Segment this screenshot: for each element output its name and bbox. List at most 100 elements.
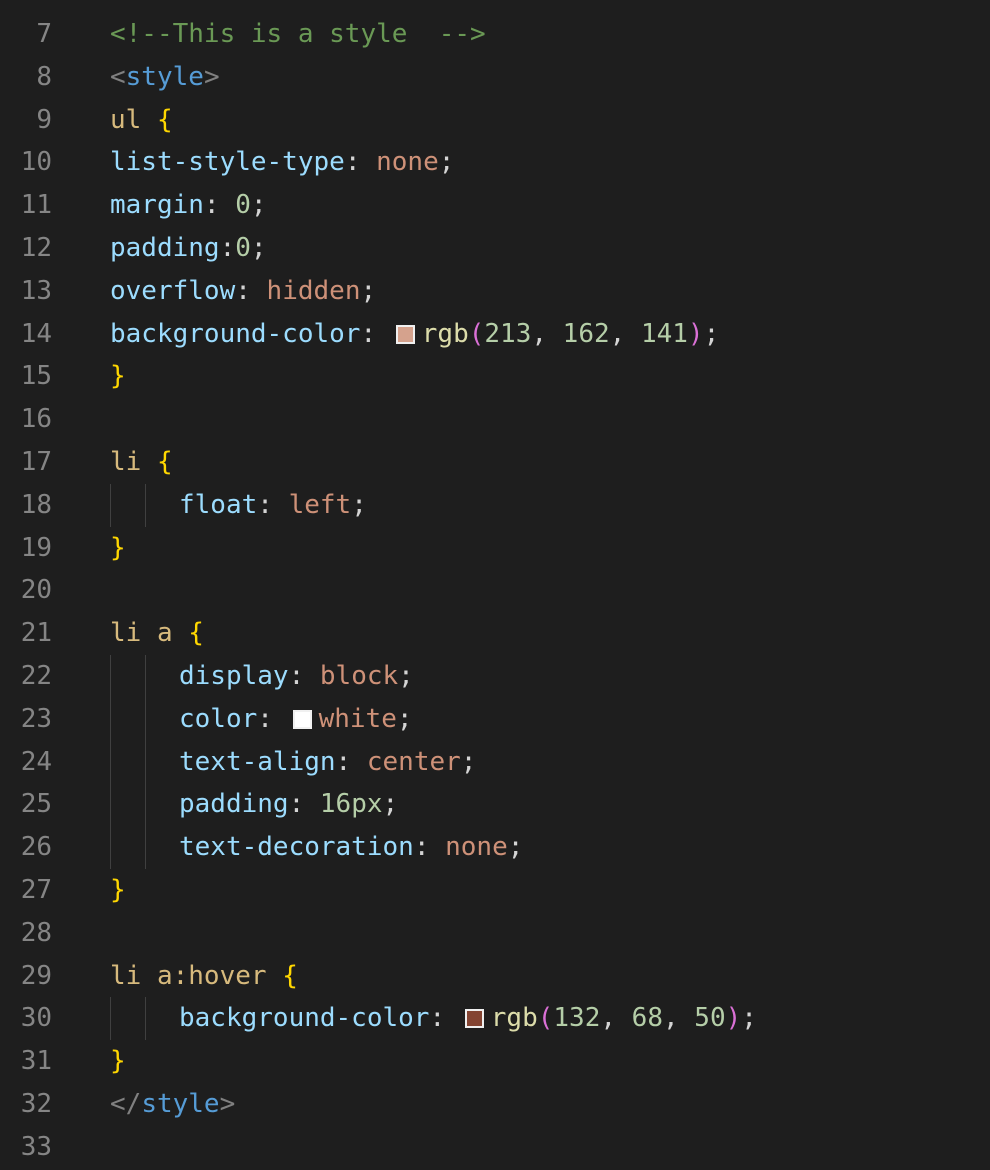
line-number: 27 [20, 875, 52, 905]
code-text[interactable]: padding:0; [110, 227, 267, 270]
code-text[interactable]: } [110, 1040, 126, 1083]
code-line[interactable]: 7 <!--This is a style --> [0, 13, 990, 56]
code-text[interactable]: margin: 0; [110, 184, 267, 227]
line-number: 22 [20, 661, 52, 691]
code-line[interactable]: 31} [0, 1040, 990, 1083]
code-text[interactable]: padding: 16px; [179, 783, 398, 826]
line-number: 14 [20, 318, 52, 349]
code-line[interactable]: 28 [0, 912, 990, 955]
code-token: text-align [179, 746, 336, 777]
code-token: } [110, 532, 126, 563]
code-text[interactable]: display: block; [179, 655, 414, 698]
code-line[interactable]: 19} [0, 527, 990, 570]
indent-guide [145, 655, 146, 698]
code-token: ; [703, 318, 720, 349]
indent-guide [145, 997, 146, 1041]
code-line[interactable]: 8 <style> [0, 56, 990, 99]
code-text[interactable]: li a:hover { [110, 955, 298, 998]
code-text[interactable]: } [110, 869, 126, 912]
code-token: 213 [484, 318, 532, 349]
code-line[interactable]: 11 margin: 0; [0, 184, 990, 227]
line-number: 15 [20, 361, 52, 392]
indent-guide [145, 740, 146, 784]
code-text[interactable]: } [110, 355, 126, 398]
code-text[interactable]: <style> [110, 56, 220, 99]
code-token: } [110, 875, 126, 905]
line-number: 17 [20, 447, 52, 477]
code-text[interactable]: ul { [110, 99, 173, 142]
code-line[interactable]: 13 overflow: hidden; [0, 270, 990, 313]
code-token: 162 [562, 318, 610, 349]
code-text[interactable]: </style> [110, 1083, 235, 1126]
code-line[interactable]: 9 ul { [0, 99, 990, 142]
code-line[interactable]: 18 float: left; [0, 483, 990, 527]
code-line[interactable]: 21 li a { [0, 612, 990, 655]
line-number: 13 [20, 275, 52, 306]
code-editor[interactable]: 7 <!--This is a style --> 8 <style> 9 ul {10 l… [0, 0, 990, 1170]
code-line[interactable]: 26 text-decoration: none; [0, 826, 990, 870]
code-token: : [344, 147, 377, 178]
code-line[interactable]: 32 </style> [0, 1083, 990, 1126]
code-token: 141 [640, 318, 688, 349]
code-token: white [318, 703, 397, 734]
indent-guide [110, 826, 111, 870]
code-token: <!--This is a style --> [110, 19, 486, 49]
code-token: } [110, 1046, 126, 1077]
code-text[interactable]: float: left; [179, 484, 367, 527]
code-text[interactable]: } [110, 527, 126, 570]
color-swatch-icon[interactable] [292, 709, 312, 729]
code-token: ; [360, 275, 377, 306]
code-token: } [110, 361, 126, 392]
indent-guide [145, 783, 146, 827]
code-text[interactable]: <!--This is a style --> [110, 13, 486, 56]
code-line[interactable]: 14 background-color: rgb(213, 162, 141); [0, 313, 990, 356]
code-line[interactable]: 23 color: white; [0, 697, 990, 741]
code-token: left [288, 489, 352, 520]
code-line[interactable]: 20 [0, 569, 990, 612]
code-line[interactable]: 24 text-align: center; [0, 740, 990, 784]
code-token: : [257, 703, 289, 734]
code-text[interactable]: li a { [110, 612, 204, 655]
line-number: 26 [20, 832, 52, 863]
code-token: overflow [110, 275, 236, 306]
code-text[interactable]: text-align: center; [179, 741, 476, 784]
code-token: > [219, 1089, 236, 1119]
code-token: color [179, 703, 258, 734]
code-line[interactable]: 30 background-color: rgb(132, 68, 50); [0, 997, 990, 1041]
code-line[interactable]: 29 li a:hover { [0, 955, 990, 998]
indent-guide [110, 483, 111, 527]
color-swatch-icon[interactable] [464, 1009, 484, 1029]
code-line[interactable]: 17 li { [0, 441, 990, 484]
code-text[interactable]: background-color: rgb(213, 162, 141); [110, 313, 719, 356]
code-line[interactable]: 15} [0, 355, 990, 398]
code-text[interactable]: text-decoration: none; [179, 826, 523, 869]
code-token: ) [725, 1003, 742, 1034]
code-token: : [429, 1003, 461, 1034]
code-token: ; [507, 832, 524, 863]
code-text[interactable]: color: white; [179, 698, 413, 741]
line-number: 9 [36, 104, 52, 135]
code-token: li a [110, 618, 189, 649]
code-token: < [110, 61, 126, 92]
code-text[interactable]: li { [110, 441, 173, 484]
code-text[interactable]: overflow: hidden; [110, 270, 376, 313]
code-text[interactable]: list-style-type: none; [110, 141, 454, 184]
code-line[interactable]: 12 padding:0; [0, 227, 990, 270]
color-swatch-icon[interactable] [395, 324, 415, 344]
code-token: 16px [319, 789, 383, 820]
code-text[interactable]: background-color: rgb(132, 68, 50); [179, 997, 757, 1040]
code-token: ; [396, 703, 413, 734]
code-token: ; [250, 233, 267, 263]
code-line[interactable]: 33 [0, 1126, 990, 1169]
line-number: 8 [36, 61, 52, 92]
code-token: ; [460, 746, 477, 777]
code-token: : [335, 746, 367, 777]
code-line[interactable]: 22 display: block; [0, 655, 990, 698]
code-token: margin [110, 190, 204, 221]
code-line[interactable]: 27} [0, 869, 990, 912]
indent-guide [110, 697, 111, 741]
code-token: ; [250, 190, 267, 221]
code-line[interactable]: 16 [0, 398, 990, 441]
code-line[interactable]: 25 padding: 16px; [0, 783, 990, 827]
code-line[interactable]: 10 list-style-type: none; [0, 141, 990, 184]
